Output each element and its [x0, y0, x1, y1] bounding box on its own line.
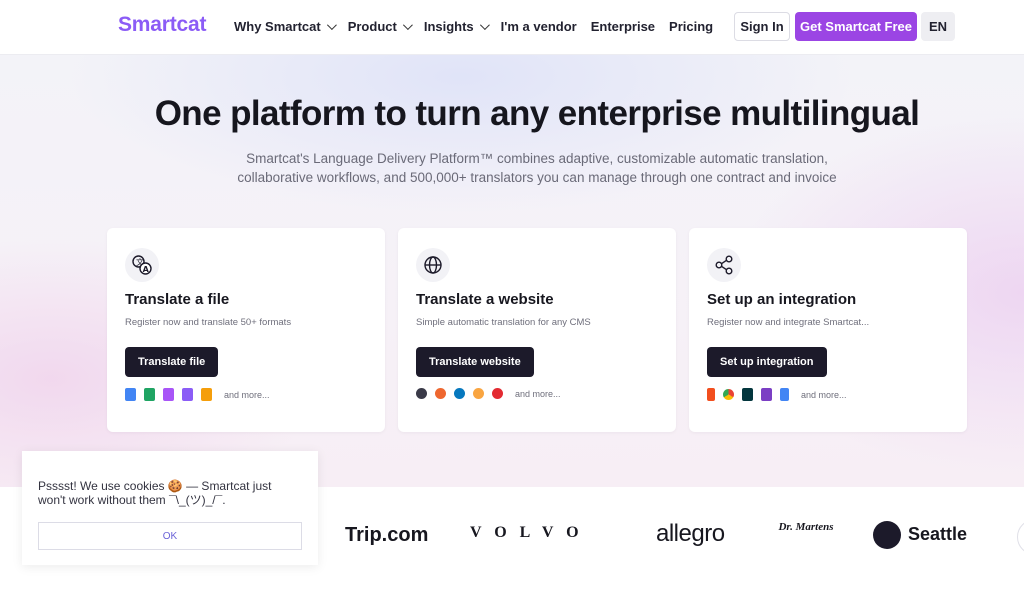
menu-label: Pricing: [669, 19, 714, 34]
magento-icon: [435, 388, 446, 399]
seattle-seal-icon: [873, 521, 901, 549]
chevron-down-icon: [479, 20, 490, 31]
opencart-icon: [492, 388, 503, 399]
card-translate-file: 文A Translate a file Register now and tra…: [107, 228, 385, 432]
card-title: Set up an integration: [707, 291, 857, 308]
menu-label: Enterprise: [590, 19, 656, 34]
hero-subtitle: Smartcat's Language Delivery Platform™ c…: [230, 149, 844, 187]
card-title: Translate a website: [416, 291, 554, 308]
chevron-down-icon: [402, 20, 413, 31]
volvo-logo: VOLVO: [470, 524, 592, 541]
card-description: Register now and translate 50+ formats: [125, 317, 292, 328]
menu-insights[interactable]: Insights: [423, 19, 490, 34]
dr-martens-logo: Dr. Martens: [778, 521, 834, 533]
menu-enterprise[interactable]: Enterprise: [591, 19, 655, 34]
card-description: Register now and integrate Smartcat...: [707, 317, 870, 328]
image-icon: [201, 388, 212, 401]
sign-in-button[interactable]: Sign In: [734, 12, 790, 41]
card-translate-website: Translate a website Simple automatic tra…: [398, 228, 676, 432]
audio-icon: [163, 388, 174, 401]
google-docs-icon: [780, 388, 789, 401]
cms-icons: and more...: [416, 388, 561, 399]
trip-com-logo: Trip.com: [345, 524, 429, 546]
and-more-link[interactable]: and more...: [801, 390, 847, 400]
card-title: Translate a file: [125, 291, 230, 308]
video-icon: [144, 388, 155, 401]
integration-icons: and more...: [707, 388, 847, 401]
menu-vendor[interactable]: I'm a vendor: [501, 19, 577, 34]
get-smartcat-free-button[interactable]: Get Smartcat Free: [795, 12, 917, 41]
code-icon: [182, 388, 193, 401]
allegro-logo: allegro: [656, 520, 725, 547]
hero-subtitle-line: Smartcat's Language Delivery Platform™ c…: [246, 151, 828, 166]
cookie-banner: Psssst! We use cookies 🍪 — Smartcat just…: [22, 451, 318, 565]
visual-studio-icon: [761, 388, 772, 401]
menu-product[interactable]: Product: [347, 19, 413, 34]
cookie-message: Psssst! We use cookies 🍪 — Smartcat just…: [38, 479, 272, 507]
figma-icon: [707, 388, 715, 401]
card-set-up-integration: Set up an integration Register now and i…: [689, 228, 967, 432]
menu-label: Why Smartcat: [234, 19, 321, 34]
share-icon: [707, 248, 741, 282]
docs-icon: [125, 388, 136, 401]
translate-icon: 文A: [125, 248, 159, 282]
zendesk-icon: [742, 388, 753, 401]
language-selector[interactable]: EN: [921, 12, 955, 41]
menu-why-smartcat[interactable]: Why Smartcat: [234, 19, 337, 34]
and-more-link[interactable]: and more...: [224, 390, 270, 400]
hero-subtitle-line: collaborative workflows, and 500,000+ tr…: [237, 170, 837, 185]
svg-text:A: A: [143, 265, 150, 274]
globe-icon: [416, 248, 450, 282]
translate-website-button[interactable]: Translate website: [416, 347, 534, 377]
smartcat-logo[interactable]: Smartcat: [118, 13, 206, 37]
chrome-icon: [723, 389, 734, 400]
menu-pricing[interactable]: Pricing: [669, 19, 713, 34]
menu-label: Insights: [423, 19, 474, 34]
menu-label: I'm a vendor: [500, 19, 577, 34]
card-description: Simple automatic translation for any CMS: [416, 317, 591, 328]
wordpress-icon: [416, 388, 427, 399]
menu-label: Product: [347, 19, 397, 34]
joomla-icon: [473, 388, 484, 399]
and-more-link[interactable]: and more...: [515, 389, 561, 399]
hero-title: One platform to turn any enterprise mult…: [154, 94, 920, 133]
translate-file-button[interactable]: Translate file: [125, 347, 219, 377]
cookie-ok-button[interactable]: OK: [38, 522, 302, 550]
format-icons: and more...: [125, 388, 270, 401]
chevron-down-icon: [326, 20, 337, 31]
set-up-integration-button[interactable]: Set up integration: [707, 347, 827, 377]
main-menu: Why Smartcat Product Insights I'm a vend…: [234, 19, 713, 34]
seattle-logo: Seattle: [908, 524, 968, 544]
top-nav: Smartcat Why Smartcat Product Insights I…: [0, 0, 1024, 55]
drupal-icon: [454, 388, 465, 399]
